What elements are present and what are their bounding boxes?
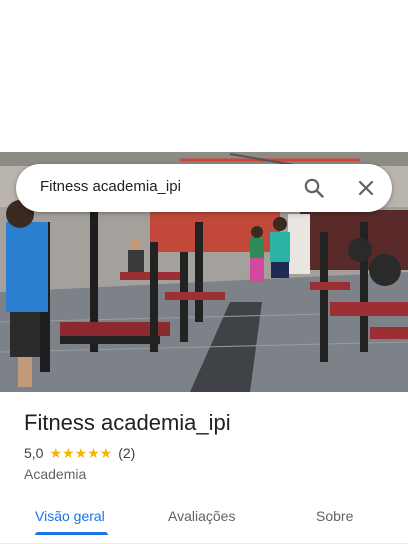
close-icon[interactable] (354, 176, 378, 200)
tab-overview[interactable]: Visão geral (35, 508, 105, 524)
place-category[interactable]: Academia (24, 466, 86, 482)
search-input[interactable]: Fitness academia_ipi (40, 178, 181, 195)
rating-value: 5,0 (24, 445, 44, 461)
rating-row[interactable]: 5,0 ★★★★★ (2) (24, 444, 135, 462)
active-tab-indicator (35, 532, 108, 535)
tab-reviews[interactable]: Avaliações (168, 508, 235, 524)
map-area-blank (0, 0, 408, 152)
place-title: Fitness academia_ipi (24, 410, 231, 435)
search-bar[interactable]: Fitness academia_ipi (16, 164, 392, 212)
star-rating-icon: ★★★★★ (49, 444, 113, 461)
tab-about[interactable]: Sobre (316, 508, 353, 524)
place-tabs: Visão geral Avaliações Sobre (0, 496, 408, 544)
place-info-panel: Fitness academia_ipi 5,0 ★★★★★ (2) Acade… (0, 392, 408, 544)
review-count[interactable]: (2) (118, 445, 135, 461)
search-icon[interactable] (302, 176, 326, 200)
